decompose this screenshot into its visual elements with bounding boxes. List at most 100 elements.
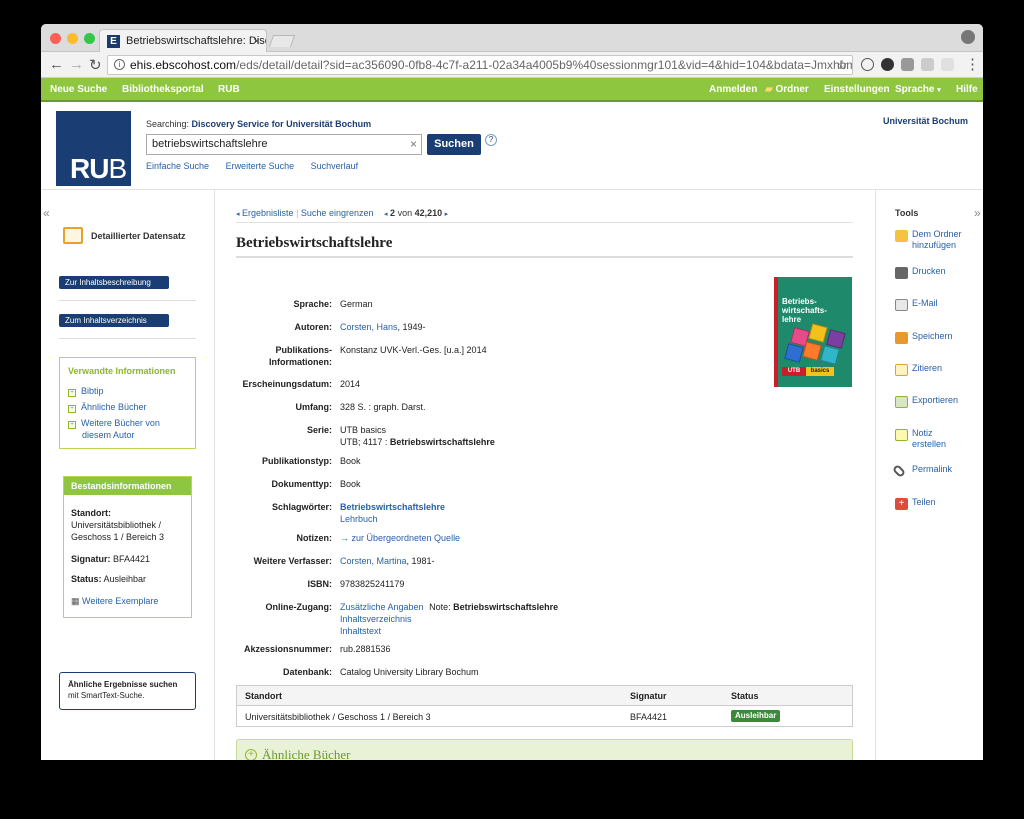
nav-sign-in[interactable]: Anmelden [709,84,757,95]
divider [236,256,853,258]
cover-cube [808,323,828,343]
cover-title-line3: lehre [782,315,802,324]
bibtip-link[interactable]: + Bibtip [68,386,104,397]
nav-help[interactable]: Hilfe [956,84,978,95]
collapse-left-icon[interactable]: « [43,206,50,220]
folder-icon [895,230,908,242]
subject-link-1[interactable]: Betriebswirtschaftslehre [340,502,445,512]
field-label-doctype: Dokumenttyp: [271,479,333,489]
prev-result-icon[interactable]: ◂ [384,211,388,218]
search-header: RUB Searching: Discovery Service for Uni… [41,104,983,190]
more-by-author-link[interactable]: + Weitere Bücher von [68,418,160,429]
more-copies-link[interactable]: ▦ Weitere Exemplare [71,595,158,607]
online-note-value: Betriebswirtschaftslehre [453,602,559,612]
search-history-link[interactable]: Suchverlauf [311,161,359,171]
menu-dots-icon[interactable]: ⋮ [965,55,980,73]
extension-light-icon[interactable] [941,58,954,71]
browser-tab[interactable]: E Betriebswirtschaftslehre: Disc × [99,29,267,53]
basic-search-link[interactable]: Einfache Suche [146,161,209,171]
cover-utb-label: UTB [782,367,806,376]
toc-button[interactable]: Zum Inhaltsverzeichnis [59,314,169,327]
extension-info-icon[interactable] [861,58,874,71]
nav-new-search[interactable]: Neue Suche [50,84,107,95]
holdings-title: Bestandsinformationen [64,477,191,495]
rub-logo[interactable]: RUB [56,111,131,186]
maximize-window-button[interactable] [84,33,95,44]
back-arrow-icon[interactable]: ← [49,56,64,73]
left-sidebar: « Detaillierter Datensatz Zur Inhaltsbes… [41,190,215,760]
nav-rub[interactable]: RUB [218,84,240,95]
field-value-doctype: Book [340,479,361,489]
result-of-label: von [397,208,413,218]
col-location: Standort [245,691,282,701]
location-value-line1: Universitätsbibliothek / [71,520,162,530]
smarttext-search-box[interactable]: Ähnliche Ergebnisse suchen mit SmartText… [59,672,196,710]
subject-link-2[interactable]: Lehrbuch [340,514,378,524]
extension-color-icon[interactable] [881,58,894,71]
detailed-record-icon [63,227,83,244]
field-label-publication: Publikations- Informationen: [236,344,332,368]
related-info-title: Verwandte Informationen [68,366,176,376]
description-button[interactable]: Zur Inhaltsbeschreibung [59,276,169,289]
search-input[interactable]: betriebswirtschaftslehre × [146,134,422,155]
refine-search-link[interactable]: Suche eingrenzen [301,208,374,218]
toc-link[interactable]: Inhaltsverzeichnis [340,614,412,624]
reload-icon[interactable]: ↻ [89,56,102,74]
back-to-results-link[interactable]: ◂ Ergebnisliste [236,208,294,218]
university-link[interactable]: Universität Bochum [883,116,968,126]
clear-search-icon[interactable]: × [410,137,417,151]
field-label-accession: Akzessionsnummer: [243,644,332,654]
nav-preferences[interactable]: Einstellungen [824,84,890,95]
profile-icon[interactable] [961,30,975,44]
new-tab-button[interactable] [268,35,296,47]
bookmark-star-icon[interactable]: ☆ [836,57,848,73]
col-status: Status [731,691,759,701]
minimize-window-button[interactable] [67,33,78,44]
author-link[interactable]: Corsten, Hans [340,322,398,332]
field-value-extent: 328 S. : graph. Darst. [340,402,426,412]
extension-gray-icon[interactable] [921,58,934,71]
contributor-years: , 1981- [406,556,435,566]
next-result-icon[interactable]: ▸ [445,211,449,218]
more-by-author-link-line2[interactable]: diesem Autor [82,430,135,440]
site-info-icon[interactable]: i [114,59,125,70]
tool-label: Zitieren [912,363,943,373]
table-header: Standort Signatur Status [237,686,852,706]
nav-folder[interactable]: ▰ Ordner [765,84,809,95]
search-help-icon[interactable]: ? [485,134,497,146]
record-title: Betriebswirtschaftslehre [236,235,393,251]
similar-books-link[interactable]: + Ähnliche Bücher [68,402,147,413]
field-value-language: German [340,299,373,309]
nav-language[interactable]: Sprache ▾ [895,84,941,95]
extension-square-icon[interactable] [901,58,914,71]
collapse-right-icon[interactable]: » [974,206,981,220]
field-label-date: Erscheinungsdatum: [242,379,332,389]
close-window-button[interactable] [50,33,61,44]
holdings-signature: Signatur: BFA4421 [71,553,150,565]
content-text-link[interactable]: Inhaltstext [340,626,381,636]
parent-source-link[interactable]: → zur Übergeordneten Quelle [340,533,460,543]
tab-close-icon[interactable]: × [253,34,260,48]
field-value-accession: rub.2881536 [340,644,391,654]
expand-plus-icon: + [68,421,76,429]
additional-info-link[interactable]: Zusätzliche Angaben [340,602,424,612]
tool-label-line1: Notiz [912,428,933,438]
field-value-series: UTB basics UTB; 4117 : Betriebswirtschaft… [340,424,495,448]
book-cover-image[interactable]: Betriebs-wirtschafts-lehre UTB basics [774,277,852,387]
nav-library-portal[interactable]: Bibliotheksportal [122,84,204,95]
address-bar[interactable]: i ehis.ebscohost.com/eds/detail/detail?s… [107,55,853,75]
similar-books-panel[interactable]: + Ähnliche Bücher [236,739,853,760]
expand-plus-icon: + [245,749,257,760]
status-value: Ausleihbar [103,574,147,584]
contributor-link[interactable]: Corsten, Martina [340,556,407,566]
caret-left-icon: ◂ [236,211,240,218]
forward-arrow-icon[interactable]: → [69,56,84,73]
advanced-search-link[interactable]: Erweiterte Suche [226,161,295,171]
field-value-date: 2014 [340,379,361,389]
field-value-database: Catalog University Library Bochum [340,667,479,677]
link-icon [891,463,907,479]
pub-label-line1: Publikations- [275,345,332,355]
similar-books-heading: Ähnliche Bücher [262,747,351,760]
tool-label: E-Mail [912,298,938,308]
search-button[interactable]: Suchen [427,134,481,155]
